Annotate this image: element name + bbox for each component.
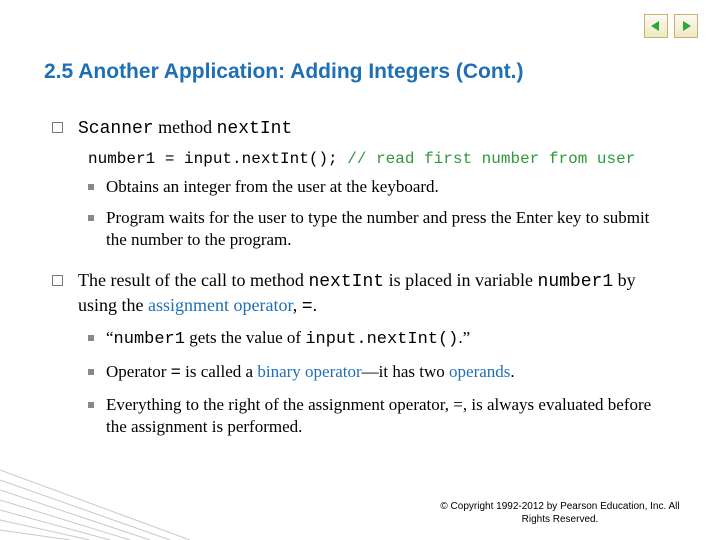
b2s1-b: number1	[114, 330, 185, 349]
code-line-stmt: number1 = input.nextInt();	[88, 150, 347, 168]
b2s1-a: “	[106, 328, 114, 347]
next-button[interactable]	[674, 14, 698, 38]
b2-b: nextInt	[308, 272, 384, 292]
b2s2-f: operands	[449, 362, 510, 381]
bullet-1-code-a: Scanner	[78, 119, 154, 139]
b2-i: .	[313, 295, 318, 315]
slide-content: Scanner method nextInt number1 = input.n…	[52, 116, 668, 448]
bullet-2-sub-1: “number1 gets the value of input.nextInt…	[52, 327, 668, 351]
b2-f: assignment operator	[148, 295, 293, 315]
nav-button-group	[644, 14, 698, 38]
bullet-1-sub-2: Program waits for the user to type the n…	[52, 207, 668, 251]
b2s2-c: is called a	[181, 362, 257, 381]
b2s1-e: .”	[458, 328, 470, 347]
b2-h: =	[302, 297, 313, 317]
b2s1-c: gets the value of	[185, 328, 305, 347]
bullet-1-code-b: nextInt	[217, 119, 293, 139]
triangle-right-icon	[680, 20, 692, 32]
triangle-left-icon	[650, 20, 662, 32]
bullet-2-sub-2: Operator = is called a binary operator—i…	[52, 361, 668, 385]
b2-c: is placed in variable	[384, 270, 537, 290]
slide-heading: 2.5 Another Application: Adding Integers…	[44, 60, 523, 84]
corner-decoration	[0, 460, 190, 540]
prev-button[interactable]	[644, 14, 668, 38]
bullet-1-sub-1: Obtains an integer from the user at the …	[52, 176, 668, 198]
bullet-2-sub-3: Everything to the right of the assignmen…	[52, 394, 668, 438]
b2-g: ,	[293, 295, 302, 315]
b2-a: The result of the call to method	[78, 270, 308, 290]
b2s2-e: —it has two	[362, 362, 449, 381]
b2s2-d: binary operator	[257, 362, 361, 381]
code-line: number1 = input.nextInt(); // read first…	[88, 149, 668, 169]
code-line-comment: // read first number from user	[347, 150, 635, 168]
copyright-notice: © Copyright 1992-2012 by Pearson Educati…	[440, 500, 680, 526]
b2s1-d: input.nextInt()	[305, 330, 458, 349]
bullet-1: Scanner method nextInt	[52, 116, 668, 141]
b2-d: number1	[538, 272, 614, 292]
bullet-1-text: method	[154, 117, 217, 137]
b2s2-b: =	[171, 364, 181, 383]
bullet-2: The result of the call to method nextInt…	[52, 269, 668, 319]
b2s2-a: Operator	[106, 362, 171, 381]
b2s2-g: .	[510, 362, 514, 381]
